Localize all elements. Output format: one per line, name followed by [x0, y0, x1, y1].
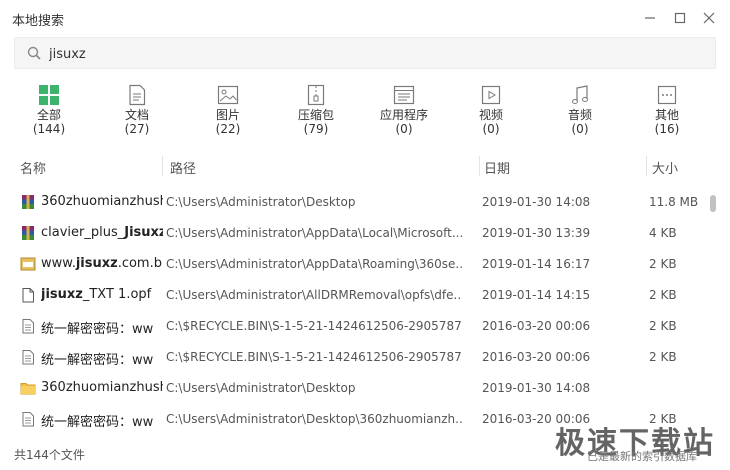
column-path[interactable]: 路径	[170, 158, 196, 177]
music-note-icon	[572, 85, 588, 104]
category-archives[interactable]: 压缩包 (79)	[281, 84, 351, 140]
file-list: 360zhuomianzhush C:\Users\Administrator\…	[14, 187, 706, 435]
column-divider[interactable]	[479, 156, 480, 176]
grid-icon	[39, 85, 59, 105]
file-path: C:\Users\Administrator\Desktop	[166, 381, 356, 395]
more-icon	[657, 85, 677, 105]
minimize-icon[interactable]	[640, 8, 660, 28]
text-file-icon	[22, 412, 34, 427]
file-name: 统一解密密码：ww	[41, 322, 154, 337]
category-label: 视频	[478, 108, 503, 122]
file-date: 2019-01-30 13:39	[482, 226, 591, 240]
category-label: 其他	[654, 108, 679, 122]
maximize-icon[interactable]	[670, 8, 690, 28]
column-divider[interactable]	[646, 156, 647, 176]
file-row[interactable]: www.jisuxz.com.b C:\Users\Administrator\…	[14, 249, 706, 280]
column-divider[interactable]	[162, 156, 163, 176]
rar-archive-icon	[22, 226, 34, 240]
file-row[interactable]: jisuxz_TXT 1.opf C:\Users\Administrator\…	[14, 280, 706, 311]
file-icon	[22, 288, 34, 303]
file-date: 2019-01-30 14:08	[482, 195, 591, 209]
file-name: www.jisuxz.com.b	[41, 256, 162, 271]
file-path: C:\Users\Administrator\AppData\Roaming\3…	[166, 257, 462, 271]
category-label: 应用程序	[379, 108, 428, 122]
file-date: 2016-03-20 00:06	[482, 319, 591, 333]
file-count-status: 共144个文件	[14, 448, 85, 462]
scrollbar-thumb[interactable]	[710, 195, 716, 212]
window-title: 本地搜索	[12, 14, 65, 29]
file-date: 2019-01-14 14:15	[482, 288, 591, 302]
file-date: 2019-01-30 14:08	[482, 381, 591, 395]
file-path: C:\Users\Administrator\Desktop	[166, 195, 356, 209]
category-label: 图片	[215, 108, 240, 122]
category-count: (16)	[654, 122, 680, 136]
category-documents[interactable]: 文档 (27)	[102, 84, 172, 140]
file-name: 统一解密密码：ww	[41, 353, 154, 368]
file-size: 2 KB	[649, 288, 677, 302]
file-name: 统一解密密码：ww	[41, 415, 154, 430]
bmp-image-icon	[20, 257, 36, 271]
text-file-icon	[22, 319, 34, 334]
file-row[interactable]: 统一解密密码：ww C:\$RECYCLE.BIN\S-1-5-21-14246…	[14, 311, 706, 342]
file-date: 2019-01-14 16:17	[482, 257, 591, 271]
column-name[interactable]: 名称	[20, 158, 46, 177]
category-audio[interactable]: 音频 (0)	[545, 84, 615, 140]
app-window-icon	[393, 85, 415, 105]
file-row[interactable]: clavier_plus_Jisuxz C:\Users\Administrat…	[14, 218, 706, 249]
category-count: (0)	[395, 122, 413, 136]
category-label: 文档	[124, 108, 149, 122]
category-apps[interactable]: 应用程序 (0)	[369, 84, 439, 140]
file-size: 2 KB	[649, 257, 677, 271]
text-file-icon	[22, 350, 34, 365]
file-path: C:\Users\Administrator\Desktop\360zhuomi…	[166, 412, 462, 426]
close-icon[interactable]	[699, 8, 719, 28]
column-size[interactable]: 大小	[652, 158, 678, 177]
column-date[interactable]: 日期	[484, 158, 510, 177]
category-count: (144)	[32, 122, 66, 136]
category-label: 全部	[36, 108, 61, 122]
category-bar: 全部 (144) 文档 (27) 图片 (22) 压缩包 (79) 应用程序 (…	[0, 84, 730, 140]
file-path: C:\Users\Administrator\AllDRMRemoval\opf…	[166, 288, 462, 302]
file-name: jisuxz_TXT 1.opf	[41, 287, 152, 302]
search-icon	[27, 46, 41, 60]
category-count: (0)	[571, 122, 589, 136]
file-date: 2016-03-20 00:06	[482, 350, 591, 364]
file-name: 360zhuomianzhush	[41, 380, 163, 395]
file-name: 360zhuomianzhush	[41, 194, 163, 209]
title-bar: 本地搜索	[0, 0, 730, 36]
file-name: clavier_plus_Jisuxz	[41, 225, 163, 240]
file-size: 11.8 MB	[649, 195, 699, 209]
image-icon	[217, 85, 239, 105]
file-row[interactable]: 统一解密密码：ww C:\$RECYCLE.BIN\S-1-5-21-14246…	[14, 342, 706, 373]
category-label: 压缩包	[297, 108, 334, 122]
category-count: (27)	[124, 122, 150, 136]
file-row[interactable]: 360zhuomianzhush C:\Users\Administrator\…	[14, 373, 706, 404]
column-header: 名称 路径 日期 大小	[14, 152, 716, 180]
video-icon	[481, 85, 501, 105]
file-path: C:\$RECYCLE.BIN\S-1-5-21-1424612506-2905…	[166, 319, 462, 333]
search-box[interactable]	[14, 37, 716, 69]
category-count: (22)	[215, 122, 241, 136]
search-input[interactable]	[47, 43, 691, 65]
category-all[interactable]: 全部 (144)	[14, 84, 84, 140]
folder-icon	[20, 383, 36, 395]
category-other[interactable]: 其他 (16)	[632, 84, 702, 140]
file-size: 2 KB	[649, 319, 677, 333]
file-size: 4 KB	[649, 226, 677, 240]
file-path: C:\$RECYCLE.BIN\S-1-5-21-1424612506-2905…	[166, 350, 462, 364]
rar-archive-icon	[22, 195, 34, 209]
category-count: (79)	[303, 122, 329, 136]
file-row[interactable]: 360zhuomianzhush C:\Users\Administrator\…	[14, 187, 706, 218]
document-icon	[129, 84, 146, 106]
index-status: 已是最新的索引数据库	[587, 450, 697, 463]
category-videos[interactable]: 视频 (0)	[456, 84, 526, 140]
file-path: C:\Users\Administrator\AppData\Local\Mic…	[166, 226, 462, 240]
file-size: 2 KB	[649, 350, 677, 364]
scrollbar-track[interactable]	[708, 190, 716, 428]
category-images[interactable]: 图片 (22)	[193, 84, 263, 140]
category-label: 音频	[567, 108, 592, 122]
category-count: (0)	[482, 122, 500, 136]
zip-icon	[307, 84, 325, 106]
